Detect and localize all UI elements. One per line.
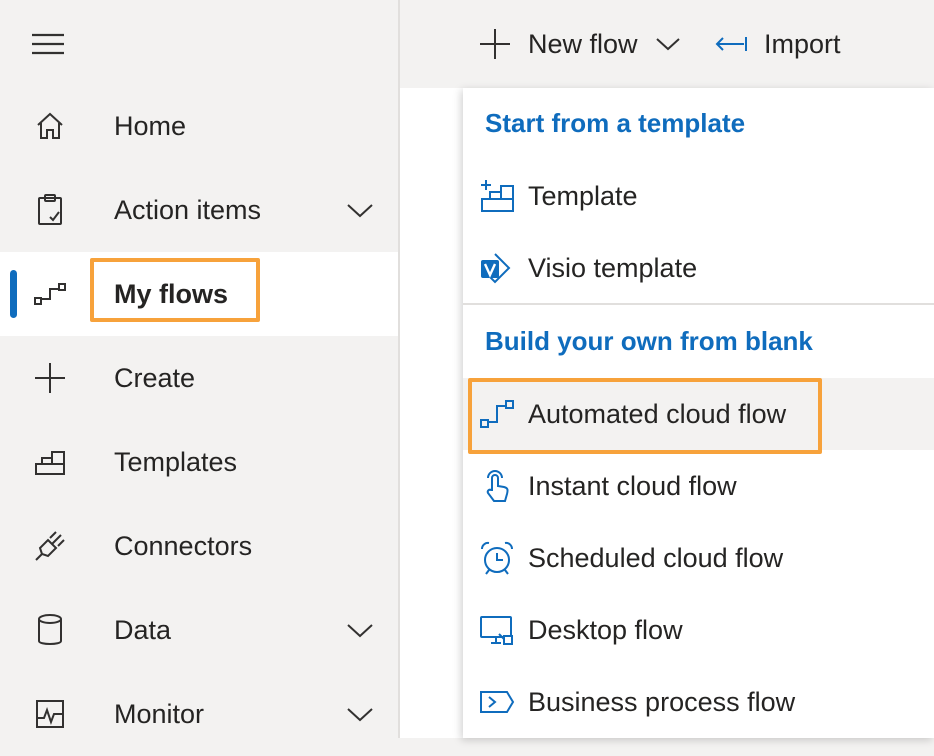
sidebar-item-monitor[interactable]: Monitor bbox=[0, 672, 398, 756]
database-icon bbox=[30, 612, 70, 648]
sidebar-item-label: Monitor bbox=[114, 699, 205, 729]
sidebar-item-home[interactable]: Home bbox=[0, 84, 398, 168]
menu-item-label: Instant cloud flow bbox=[528, 471, 737, 501]
menu-item-scheduled-cloud-flow[interactable]: Scheduled cloud flow bbox=[463, 522, 934, 594]
flow-icon bbox=[30, 276, 70, 312]
menu-item-desktop-flow[interactable]: Desktop flow bbox=[463, 594, 934, 666]
sidebar-item-connectors[interactable]: Connectors bbox=[0, 504, 398, 588]
menu-divider bbox=[463, 303, 934, 305]
menu-item-visio-template[interactable]: Visio template bbox=[463, 232, 934, 304]
chevron-down-icon[interactable] bbox=[344, 198, 376, 222]
template-icon bbox=[479, 178, 515, 214]
menu-item-template[interactable]: Template bbox=[463, 160, 934, 232]
menu-item-label: Template bbox=[528, 181, 638, 211]
visio-icon bbox=[479, 250, 515, 286]
business-process-icon bbox=[479, 684, 515, 720]
sidebar-item-label: Home bbox=[114, 111, 187, 141]
monitor-icon bbox=[30, 696, 70, 732]
annotation-highlight-my-flows bbox=[90, 258, 260, 322]
home-icon bbox=[30, 108, 70, 144]
menu-item-label: Scheduled cloud flow bbox=[528, 543, 784, 573]
import-label: Import bbox=[764, 28, 841, 59]
sidebar-item-label: Data bbox=[114, 615, 172, 645]
template-section-heading: Start from a template bbox=[485, 108, 746, 138]
annotation-highlight-automated-cloud-flow bbox=[468, 378, 822, 454]
chevron-down-icon[interactable] bbox=[344, 702, 376, 726]
menu-item-label: Desktop flow bbox=[528, 615, 683, 645]
chevron-down-icon[interactable] bbox=[344, 618, 376, 642]
new-flow-button[interactable]: New flow bbox=[478, 22, 682, 66]
sidebar-item-action-items[interactable]: Action items bbox=[0, 168, 398, 252]
sidebar-item-label: Action items bbox=[114, 195, 262, 225]
hamburger-menu-icon[interactable] bbox=[30, 30, 66, 58]
sidebar-item-create[interactable]: Create bbox=[0, 336, 398, 420]
new-flow-label: New flow bbox=[528, 28, 638, 59]
blank-section-heading: Build your own from blank bbox=[485, 326, 813, 356]
touch-icon bbox=[479, 468, 515, 504]
menu-item-business-process-flow[interactable]: Business process flow bbox=[463, 666, 934, 738]
menu-item-instant-cloud-flow[interactable]: Instant cloud flow bbox=[463, 450, 934, 522]
sidebar-item-label: Templates bbox=[114, 447, 238, 477]
active-indicator bbox=[10, 270, 17, 318]
left-navigation: Home Action items My flows Create Templa… bbox=[0, 0, 400, 738]
plus-icon bbox=[478, 27, 512, 61]
templates-icon bbox=[30, 444, 70, 480]
import-icon bbox=[714, 34, 748, 54]
chevron-down-icon bbox=[654, 34, 682, 54]
sidebar-item-label: Connectors bbox=[114, 531, 253, 561]
command-bar: New flow Import bbox=[400, 0, 934, 88]
menu-item-label: Visio template bbox=[528, 253, 698, 283]
clipboard-icon bbox=[30, 192, 70, 228]
sidebar-item-label: Create bbox=[114, 363, 196, 393]
plus-icon bbox=[30, 360, 70, 396]
sidebar-item-data[interactable]: Data bbox=[0, 588, 398, 672]
desktop-flow-icon bbox=[479, 612, 515, 648]
sidebar-item-templates[interactable]: Templates bbox=[0, 420, 398, 504]
alarm-clock-icon bbox=[479, 540, 515, 576]
import-button[interactable]: Import bbox=[714, 22, 841, 66]
plug-icon bbox=[30, 528, 70, 564]
menu-item-label: Business process flow bbox=[528, 687, 796, 717]
